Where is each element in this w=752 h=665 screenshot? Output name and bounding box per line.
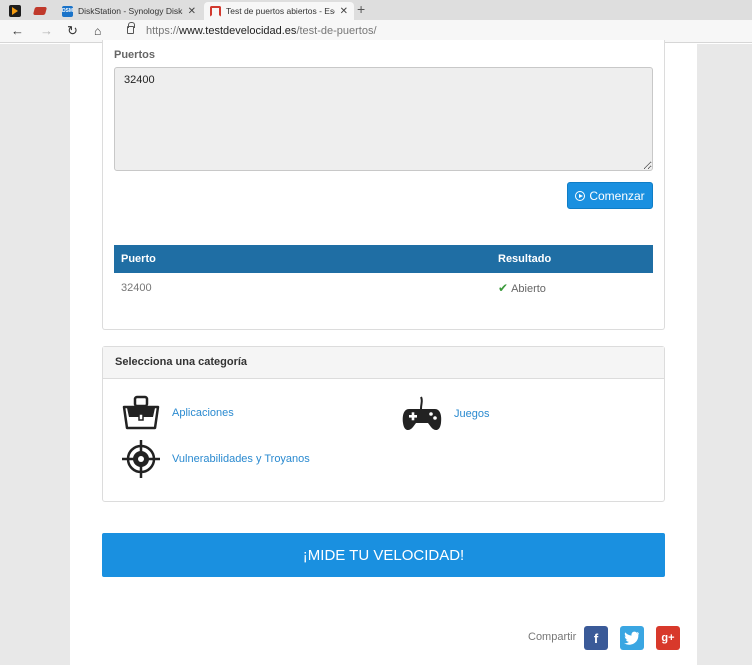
- lock-icon[interactable]: [127, 22, 135, 34]
- results-table: Puerto Resultado 32400 ✔ Abierto: [114, 245, 653, 303]
- reload-icon[interactable]: ↻: [67, 23, 78, 39]
- column-header-port: Puerto: [114, 245, 491, 273]
- ports-label: Puertos: [114, 49, 155, 61]
- category-panel: Selecciona una categoría Aplicaciones Ju…: [102, 346, 665, 502]
- back-icon[interactable]: ←: [11, 23, 24, 38]
- measure-speed-button[interactable]: ¡MIDE TU VELOCIDAD!: [102, 533, 665, 577]
- facebook-icon: f: [593, 630, 599, 646]
- ports-textarea[interactable]: 32400: [114, 67, 653, 171]
- play-circle-icon: [575, 190, 586, 201]
- category-label: Aplicaciones: [172, 407, 234, 419]
- twitter-share-button[interactable]: [620, 626, 644, 650]
- category-title: Selecciona una categoría: [103, 347, 664, 379]
- page-background: Puertos 32400 Comenzar Puerto Resultado …: [0, 40, 752, 665]
- tab-test-puertos[interactable]: Test de puertos abiertos - Escaner ✕: [204, 2, 354, 20]
- main-content: Puertos 32400 Comenzar Puerto Resultado …: [70, 40, 697, 665]
- twitter-icon: [624, 631, 639, 645]
- tab-title: Test de puertos abiertos - Escaner: [226, 6, 335, 16]
- column-header-result: Resultado: [491, 245, 653, 273]
- table-row: 32400 ✔ Abierto: [114, 273, 653, 303]
- pinned-tab-plex[interactable]: [4, 2, 26, 20]
- category-vulnerabilities[interactable]: Vulnerabilidades y Troyanos: [121, 439, 310, 479]
- share-label: Compartir: [528, 631, 577, 643]
- start-button-label: Comenzar: [589, 188, 645, 203]
- home-icon[interactable]: ⌂: [94, 24, 101, 38]
- category-label: Vulnerabilidades y Troyanos: [172, 453, 310, 465]
- table-header-row: Puerto Resultado: [114, 245, 653, 273]
- tab-diskstation[interactable]: DSM DiskStation - Synology DiskStation ✕: [56, 2, 202, 20]
- category-label: Juegos: [454, 408, 490, 420]
- new-tab-button[interactable]: +: [357, 1, 365, 17]
- port-cell: 32400: [121, 282, 152, 294]
- url-field[interactable]: https://www.testdevelocidad.es/test-de-p…: [146, 25, 377, 37]
- start-button[interactable]: Comenzar: [567, 182, 653, 209]
- close-icon[interactable]: ✕: [188, 6, 196, 17]
- gamepad-icon: [402, 396, 442, 431]
- url-prefix: https://: [146, 25, 180, 37]
- tab-title: DiskStation - Synology DiskStation: [78, 6, 183, 16]
- dsm-icon: DSM: [62, 5, 73, 17]
- google-plus-share-button[interactable]: g+: [656, 626, 680, 650]
- result-cell: ✔ Abierto: [491, 273, 653, 303]
- result-text: Abierto: [511, 283, 546, 295]
- plex-icon: [9, 5, 21, 17]
- speedometer-icon: [210, 5, 221, 17]
- category-applications[interactable]: Aplicaciones: [121, 393, 234, 433]
- briefcase-icon: [122, 395, 160, 430]
- category-games[interactable]: Juegos: [401, 395, 489, 433]
- pinned-tab-ap[interactable]: [29, 2, 51, 20]
- forward-icon[interactable]: →: [40, 23, 53, 38]
- crosshair-icon: [122, 440, 160, 478]
- url-host: www.testdevelocidad.es: [179, 25, 297, 37]
- google-plus-icon: g+: [661, 632, 675, 644]
- url-path: /test-de-puertos/: [296, 25, 377, 37]
- check-icon: ✔: [498, 281, 509, 295]
- close-icon[interactable]: ✕: [340, 6, 348, 17]
- tab-strip: DSM DiskStation - Synology DiskStation ✕…: [0, 0, 752, 20]
- ap-icon: [32, 7, 48, 15]
- facebook-share-button[interactable]: f: [584, 626, 608, 650]
